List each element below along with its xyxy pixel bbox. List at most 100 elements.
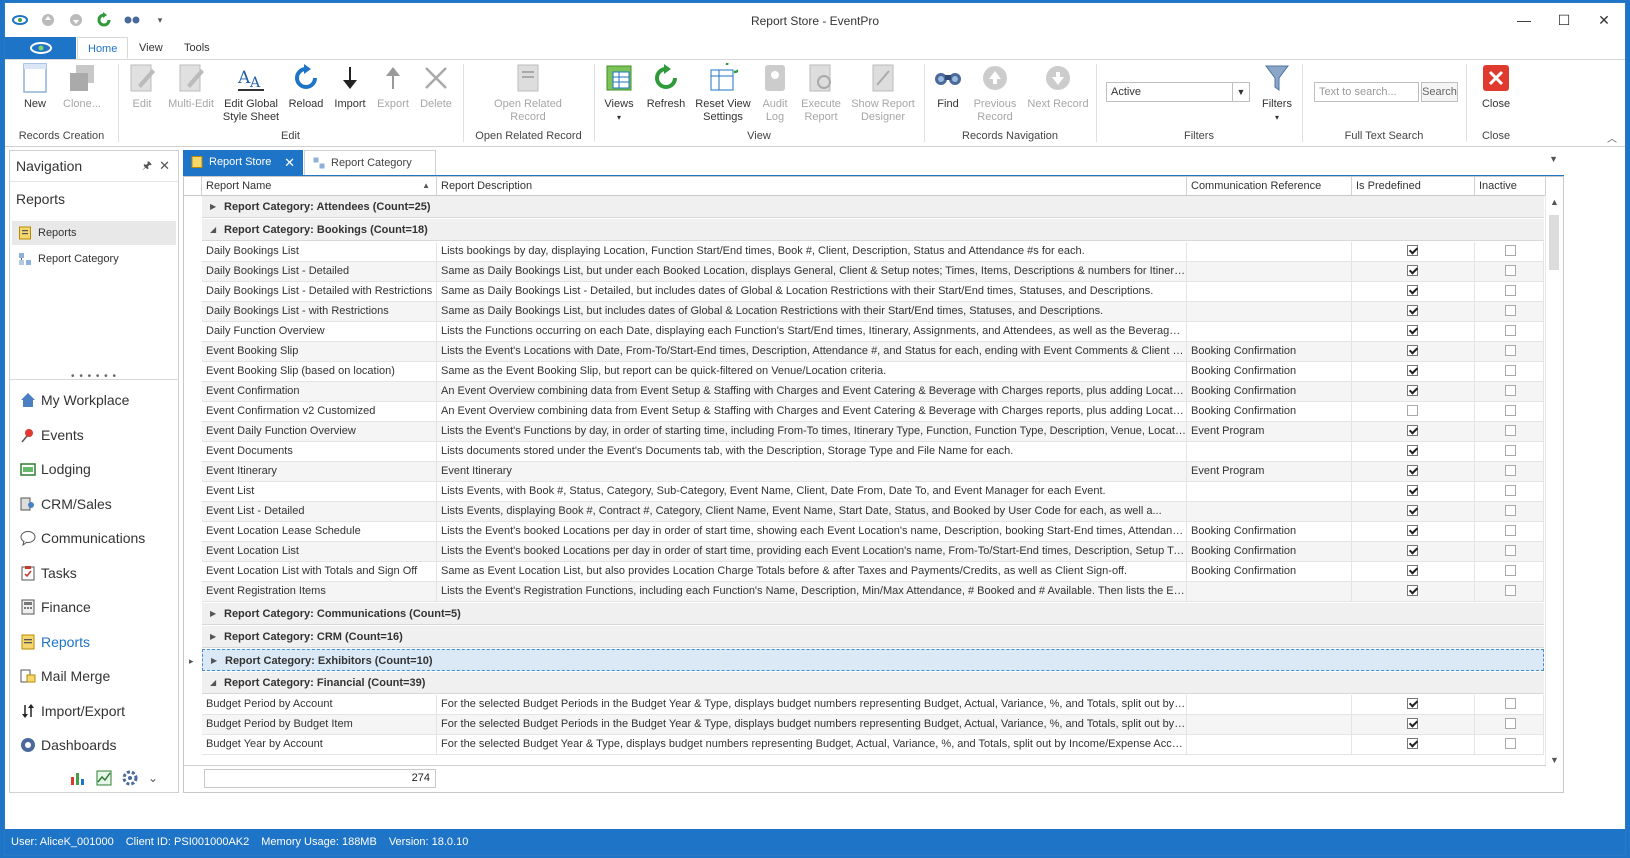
is-predefined-checkbox[interactable] (1407, 525, 1418, 536)
cell-report-name[interactable]: Event Location Lease Schedule (202, 522, 437, 541)
module-import-export[interactable]: Import/Export (10, 694, 178, 728)
cell-report-description[interactable]: Lists the Event's Registration Functions… (437, 582, 1187, 601)
inactive-checkbox[interactable] (1505, 445, 1516, 456)
table-row[interactable]: Daily Bookings List - with Restrictions S… (202, 302, 1544, 322)
doc-tab-report-store[interactable]: Report Store ✕ (183, 150, 303, 175)
is-predefined-checkbox[interactable] (1407, 505, 1418, 516)
execute-report-button[interactable]: Execute Report (799, 62, 843, 124)
cell-communication-reference[interactable]: Booking Confirmation (1187, 382, 1352, 401)
minimize-icon[interactable]: — (1511, 9, 1537, 31)
cell-report-name[interactable]: Daily Bookings List - Detailed (202, 262, 437, 281)
is-predefined-checkbox[interactable] (1407, 305, 1418, 316)
expand-arrow-icon[interactable]: ▶ (211, 650, 217, 672)
cell-communication-reference[interactable]: Booking Confirmation (1187, 362, 1352, 381)
cell-communication-reference[interactable] (1187, 582, 1352, 601)
column-header-inactive[interactable]: Inactive (1475, 177, 1546, 195)
cell-report-name[interactable]: Budget Year by Account (202, 735, 437, 754)
splitter-grip[interactable]: • • • • • • (10, 371, 178, 382)
settings-gear-icon[interactable] (122, 770, 138, 786)
cell-report-name[interactable]: Event Registration Items (202, 582, 437, 601)
edit-button[interactable]: Edit (126, 62, 158, 111)
inactive-checkbox[interactable] (1505, 285, 1516, 296)
inactive-checkbox[interactable] (1505, 545, 1516, 556)
inactive-checkbox[interactable] (1505, 405, 1516, 416)
is-predefined-checkbox[interactable] (1407, 485, 1418, 496)
module-tasks[interactable]: Tasks (10, 556, 178, 590)
table-row[interactable]: Event Itinerary Event Itinerary Event Prog… (202, 462, 1544, 482)
inactive-checkbox[interactable] (1505, 505, 1516, 516)
refresh-button[interactable]: Refresh (644, 62, 688, 111)
module-crm-sales[interactable]: CRM/Sales (10, 487, 178, 521)
is-predefined-checkbox[interactable] (1407, 365, 1418, 376)
filters-button[interactable]: Filters ▾ (1258, 62, 1296, 124)
nav-item-reports[interactable]: Reports (12, 221, 176, 245)
cell-communication-reference[interactable] (1187, 715, 1352, 734)
cell-report-description[interactable]: Same as Event Location List, but also pr… (437, 562, 1187, 581)
scroll-up-icon[interactable]: ▲ (1546, 197, 1563, 207)
cell-report-name[interactable]: Event Confirmation v2 Customized (202, 402, 437, 421)
table-row[interactable]: Event List Lists Events, with Book #, Sta… (202, 482, 1544, 502)
full-text-search-input[interactable]: Text to search... (1314, 82, 1419, 102)
is-predefined-checkbox[interactable] (1407, 385, 1418, 396)
cell-communication-reference[interactable] (1187, 482, 1352, 501)
inactive-checkbox[interactable] (1505, 485, 1516, 496)
is-predefined-checkbox[interactable] (1407, 738, 1418, 749)
cell-communication-reference[interactable]: Booking Confirmation (1187, 562, 1352, 581)
tab-list-dropdown-icon[interactable]: ▼ (1549, 154, 1558, 164)
cell-report-description[interactable]: Lists the Event's booked Locations per d… (437, 522, 1187, 541)
is-predefined-checkbox[interactable] (1407, 265, 1418, 276)
inactive-checkbox[interactable] (1505, 325, 1516, 336)
table-row[interactable]: Event List - Detailed Lists Events, displ… (202, 502, 1544, 522)
inactive-checkbox[interactable] (1505, 565, 1516, 576)
group-row[interactable]: ▶ Report Category: Communications (Count=… (202, 603, 1544, 625)
table-row[interactable]: Budget Period by Account For the selected… (202, 695, 1544, 715)
reset-view-settings-button[interactable]: Reset View Settings (695, 62, 751, 124)
is-predefined-checkbox[interactable] (1407, 345, 1418, 356)
cell-report-description[interactable]: For the selected Budget Year & Type, dis… (437, 735, 1187, 754)
cell-report-name[interactable]: Budget Period by Account (202, 695, 437, 714)
table-row[interactable]: Event Confirmation v2 Customized An Event… (202, 402, 1544, 422)
inactive-checkbox[interactable] (1505, 385, 1516, 396)
collapse-ribbon-icon[interactable]: ︿ (1607, 130, 1617, 145)
group-row[interactable]: ▶ Report Category: CRM (Count=16) (202, 626, 1544, 648)
application-menu-button[interactable] (5, 37, 76, 59)
line-chart-icon[interactable] (96, 770, 112, 786)
tab-home[interactable]: Home (77, 37, 129, 59)
table-row[interactable]: Daily Bookings List Lists bookings by day… (202, 242, 1544, 262)
inactive-checkbox[interactable] (1505, 345, 1516, 356)
cell-communication-reference[interactable]: Booking Confirmation (1187, 402, 1352, 421)
navigation-menu-chevron-icon[interactable]: ⌄ (148, 771, 158, 785)
table-row[interactable]: Event Documents Lists documents stored un… (202, 442, 1544, 462)
table-row[interactable]: Daily Bookings List - Detailed with Rest… (202, 282, 1544, 302)
import-button[interactable]: Import (332, 62, 368, 111)
previous-record-button[interactable]: Previous Record (971, 62, 1019, 124)
module-events[interactable]: Events (10, 418, 178, 452)
cell-communication-reference[interactable] (1187, 442, 1352, 461)
collapse-arrow-icon[interactable]: ◢ (210, 219, 216, 241)
cell-report-name[interactable]: Event Confirmation (202, 382, 437, 401)
tab-view[interactable]: View (129, 37, 173, 59)
inactive-checkbox[interactable] (1505, 265, 1516, 276)
table-row[interactable]: Event Daily Function Overview Lists the E… (202, 422, 1544, 442)
scroll-down-icon[interactable]: ▼ (1546, 755, 1563, 765)
cell-report-name[interactable]: Daily Function Overview (202, 322, 437, 341)
is-predefined-checkbox[interactable] (1407, 325, 1418, 336)
new-button[interactable]: New (17, 62, 53, 111)
group-row[interactable]: ▶ Report Category: Attendees (Count=25) (202, 196, 1544, 218)
inactive-checkbox[interactable] (1505, 245, 1516, 256)
cell-communication-reference[interactable]: Event Program (1187, 422, 1352, 441)
export-button[interactable]: Export (374, 62, 412, 111)
cell-communication-reference[interactable] (1187, 262, 1352, 281)
inactive-checkbox[interactable] (1505, 698, 1516, 709)
close-button[interactable]: Close (1477, 62, 1515, 111)
inactive-checkbox[interactable] (1505, 425, 1516, 436)
table-row[interactable]: Event Location List Lists the Event's boo… (202, 542, 1544, 562)
table-row[interactable]: Event Location List with Totals and Sign… (202, 562, 1544, 582)
module-mail-merge[interactable]: Mail Merge (10, 659, 178, 693)
cell-report-description[interactable]: For the selected Budget Periods in the B… (437, 695, 1187, 714)
column-header-report-description[interactable]: Report Description (437, 177, 1187, 195)
cell-communication-reference[interactable]: Event Program (1187, 462, 1352, 481)
group-row[interactable]: ◢ Report Category: Bookings (Count=18) (202, 219, 1544, 241)
doc-tab-report-category[interactable]: Report Category (304, 150, 436, 175)
cell-report-name[interactable]: Event List (202, 482, 437, 501)
